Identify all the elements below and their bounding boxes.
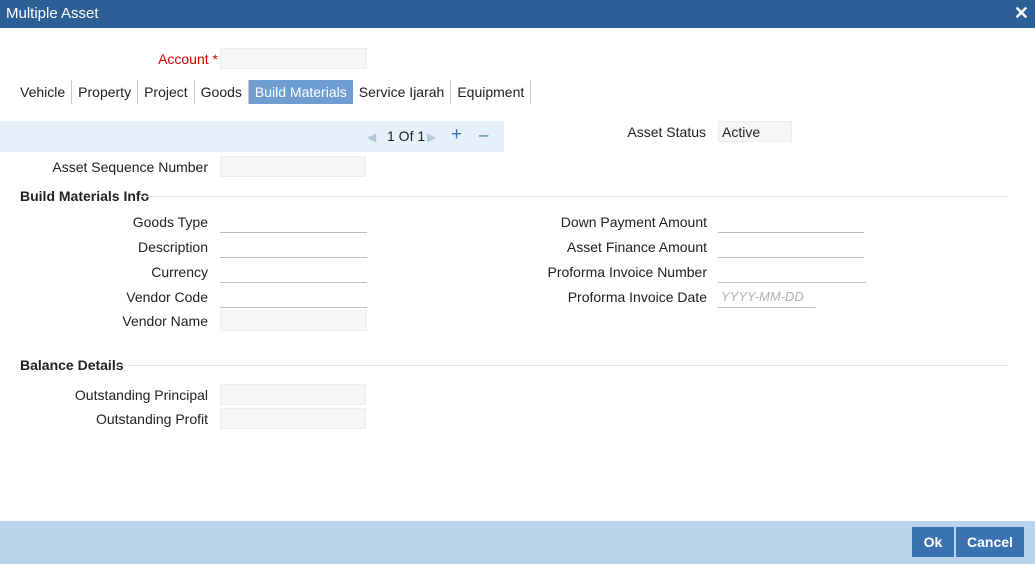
cancel-button[interactable]: Cancel bbox=[956, 527, 1024, 557]
close-icon[interactable]: ✕ bbox=[1014, 3, 1029, 24]
ok-button[interactable]: Ok bbox=[912, 527, 954, 557]
description-label: Description bbox=[137, 239, 208, 255]
vendor-code-input[interactable] bbox=[220, 286, 367, 308]
tab-service-ijarah[interactable]: Service Ijarah bbox=[353, 80, 452, 104]
goods-type-label: Goods Type bbox=[132, 214, 208, 230]
section-divider bbox=[118, 365, 1008, 366]
currency-label: Currency bbox=[151, 264, 208, 280]
title-bar: Multiple Asset ✕ bbox=[0, 0, 1035, 28]
vendor-name-field bbox=[220, 310, 367, 331]
proforma-invoice-number-label: Proforma Invoice Number bbox=[547, 264, 707, 280]
tab-equipment[interactable]: Equipment bbox=[451, 80, 532, 104]
outstanding-profit-field bbox=[220, 408, 366, 429]
balance-details-heading: Balance Details bbox=[20, 357, 124, 373]
proforma-invoice-number-input[interactable] bbox=[718, 261, 866, 283]
window-title: Multiple Asset bbox=[6, 5, 99, 22]
previous-record-icon[interactable]: ◀ bbox=[367, 130, 376, 144]
asset-sequence-label: Asset Sequence Number bbox=[52, 159, 208, 175]
section-divider bbox=[140, 196, 1008, 197]
down-payment-input[interactable] bbox=[718, 211, 864, 233]
tab-goods[interactable]: Goods bbox=[195, 80, 249, 104]
asset-finance-input[interactable] bbox=[718, 236, 864, 258]
outstanding-profit-label: Outstanding Profit bbox=[95, 411, 208, 427]
asset-type-tabs: Vehicle Property Project Goods Build Mat… bbox=[14, 80, 532, 104]
currency-input[interactable] bbox=[220, 261, 367, 283]
add-row-icon[interactable]: + bbox=[451, 124, 462, 146]
vendor-code-label: Vendor Code bbox=[126, 289, 208, 305]
tab-property[interactable]: Property bbox=[72, 80, 139, 104]
build-materials-info-heading: Build Materials Info bbox=[20, 188, 150, 204]
account-label: Account * bbox=[158, 51, 218, 67]
proforma-invoice-date-label: Proforma Invoice Date bbox=[567, 289, 707, 305]
footer-bar bbox=[0, 521, 1035, 564]
outstanding-principal-field bbox=[220, 384, 366, 405]
goods-type-input[interactable] bbox=[220, 211, 367, 233]
asset-status-value: Active bbox=[718, 121, 792, 142]
delete-row-icon[interactable]: – bbox=[479, 125, 488, 145]
tab-vehicle[interactable]: Vehicle bbox=[14, 80, 73, 104]
vendor-name-label: Vendor Name bbox=[122, 313, 208, 329]
asset-finance-label: Asset Finance Amount bbox=[566, 239, 707, 255]
asset-status-label: Asset Status bbox=[627, 124, 706, 140]
tab-project[interactable]: Project bbox=[138, 80, 195, 104]
outstanding-principal-label: Outstanding Principal bbox=[74, 387, 208, 403]
record-counter: 1 Of 1 bbox=[387, 128, 426, 144]
down-payment-label: Down Payment Amount bbox=[560, 214, 707, 230]
next-record-icon[interactable]: ▶ bbox=[427, 130, 436, 144]
asset-sequence-field[interactable] bbox=[220, 156, 366, 177]
tab-build-materials[interactable]: Build Materials bbox=[248, 80, 353, 104]
account-field[interactable] bbox=[220, 48, 367, 69]
description-input[interactable] bbox=[220, 236, 367, 258]
proforma-invoice-date-input[interactable] bbox=[718, 286, 815, 308]
